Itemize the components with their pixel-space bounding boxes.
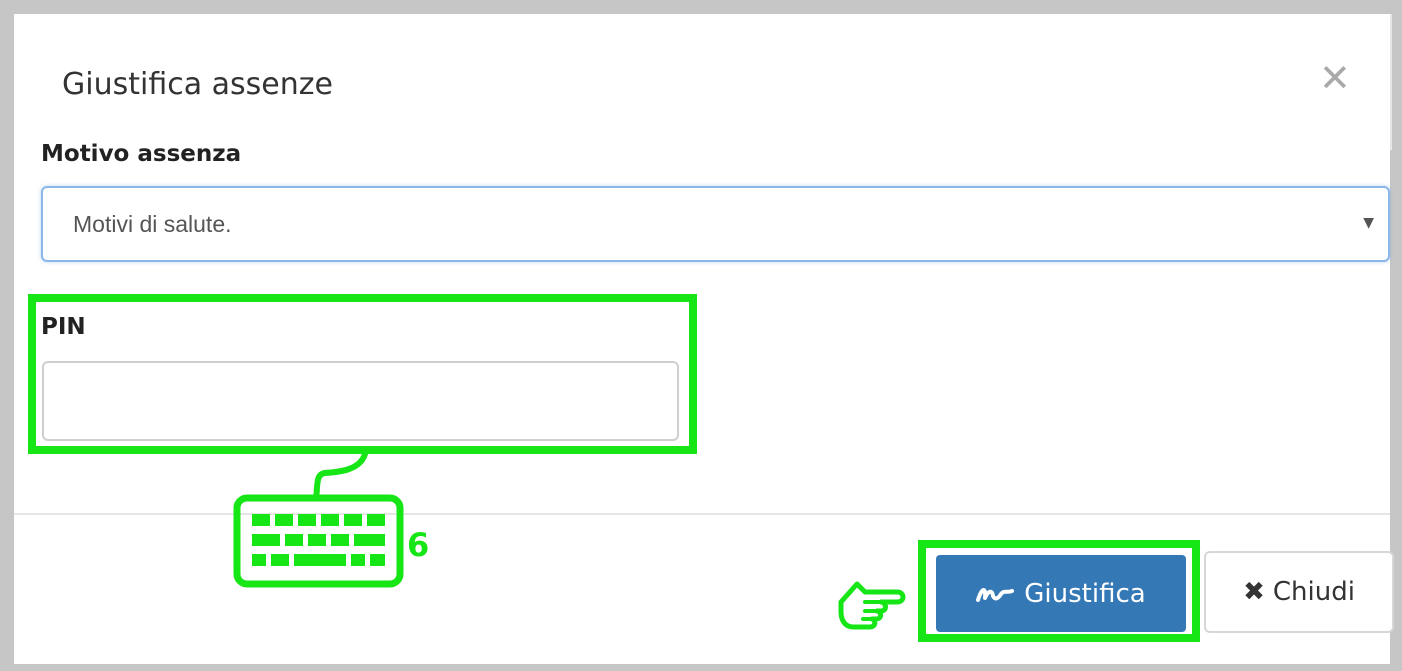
reason-label: Motivo assenza <box>41 141 242 167</box>
dialog-title: Giustifica assenze <box>62 67 333 102</box>
screenshot-stage: Giustifica assenze ✕ Motivo assenza Moti… <box>0 0 1402 671</box>
footer-divider <box>14 513 1390 515</box>
justify-highlight-box <box>918 540 1200 642</box>
times-icon: ✖ <box>1243 577 1265 607</box>
keyboard-icon <box>233 451 404 588</box>
pointing-hand-icon <box>838 581 906 630</box>
close-button-label: Chiudi <box>1272 577 1355 607</box>
scrollbar-edge <box>1390 14 1392 150</box>
reason-selected-value: Motivi di salute. <box>73 211 232 237</box>
dropdown-arrow-icon: ▼ <box>1363 215 1374 231</box>
reason-select[interactable]: Motivi di salute. ▼ <box>41 186 1390 262</box>
close-icon[interactable]: ✕ <box>1319 59 1351 97</box>
pin-highlight-box <box>28 294 697 454</box>
step-number: 6 <box>407 526 430 564</box>
close-button[interactable]: ✖ Chiudi <box>1204 551 1394 633</box>
